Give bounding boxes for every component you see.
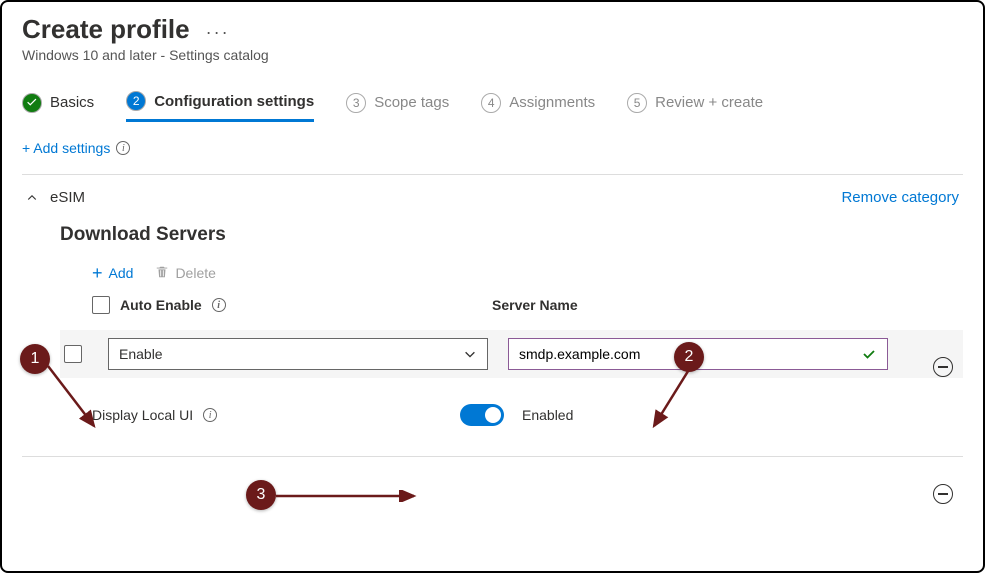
step-configuration[interactable]: 2 Configuration settings: [126, 91, 314, 122]
step-assignments[interactable]: 4 Assignments: [481, 93, 595, 121]
chevron-down-icon: [463, 347, 477, 361]
info-icon[interactable]: i: [203, 408, 217, 422]
display-local-ui-label: Display Local UI: [92, 407, 193, 423]
remove-category-link[interactable]: Remove category: [841, 189, 959, 206]
step-number-icon: 2: [126, 91, 146, 111]
divider: [22, 174, 963, 175]
category-name: eSIM: [50, 189, 85, 206]
column-auto-enable: Auto Enable: [120, 297, 202, 313]
page-subtitle: Windows 10 and later - Settings catalog: [22, 47, 963, 63]
callout-3: 3: [246, 480, 276, 510]
step-number-icon: 3: [346, 93, 366, 113]
callout-2: 2: [674, 342, 704, 372]
add-button[interactable]: + Add: [92, 264, 133, 282]
trash-icon: [155, 265, 169, 282]
chevron-up-icon[interactable]: [26, 192, 38, 204]
display-local-ui-toggle[interactable]: [460, 404, 504, 426]
arrow-icon: [274, 490, 424, 502]
divider: [22, 456, 963, 457]
callout-1: 1: [20, 344, 50, 374]
checkmark-icon: [22, 93, 42, 113]
step-number-icon: 5: [627, 93, 647, 113]
delete-button[interactable]: Delete: [155, 265, 215, 282]
section-title: Download Servers: [60, 224, 963, 246]
step-number-icon: 4: [481, 93, 501, 113]
info-icon: i: [116, 141, 130, 155]
row-checkbox[interactable]: [64, 345, 82, 363]
column-server-name: Server Name: [492, 297, 578, 313]
auto-enable-dropdown[interactable]: Enable: [108, 338, 488, 370]
info-icon[interactable]: i: [212, 298, 226, 312]
step-scope-tags[interactable]: 3 Scope tags: [346, 93, 449, 121]
checkmark-icon: [861, 346, 877, 362]
wizard-steps: Basics 2 Configuration settings 3 Scope …: [22, 91, 963, 122]
step-basics[interactable]: Basics: [22, 93, 94, 121]
step-review[interactable]: 5 Review + create: [627, 93, 763, 121]
remove-row-icon[interactable]: [933, 357, 953, 377]
table-row: Enable: [60, 330, 963, 378]
select-all-checkbox[interactable]: [92, 296, 110, 314]
page-title: Create profile: [22, 14, 190, 45]
add-settings-link[interactable]: + Add settings i: [22, 140, 130, 156]
more-icon[interactable]: ···: [206, 22, 230, 43]
plus-icon: +: [92, 264, 103, 282]
toggle-state-label: Enabled: [522, 407, 573, 423]
remove-setting-icon[interactable]: [933, 484, 953, 504]
